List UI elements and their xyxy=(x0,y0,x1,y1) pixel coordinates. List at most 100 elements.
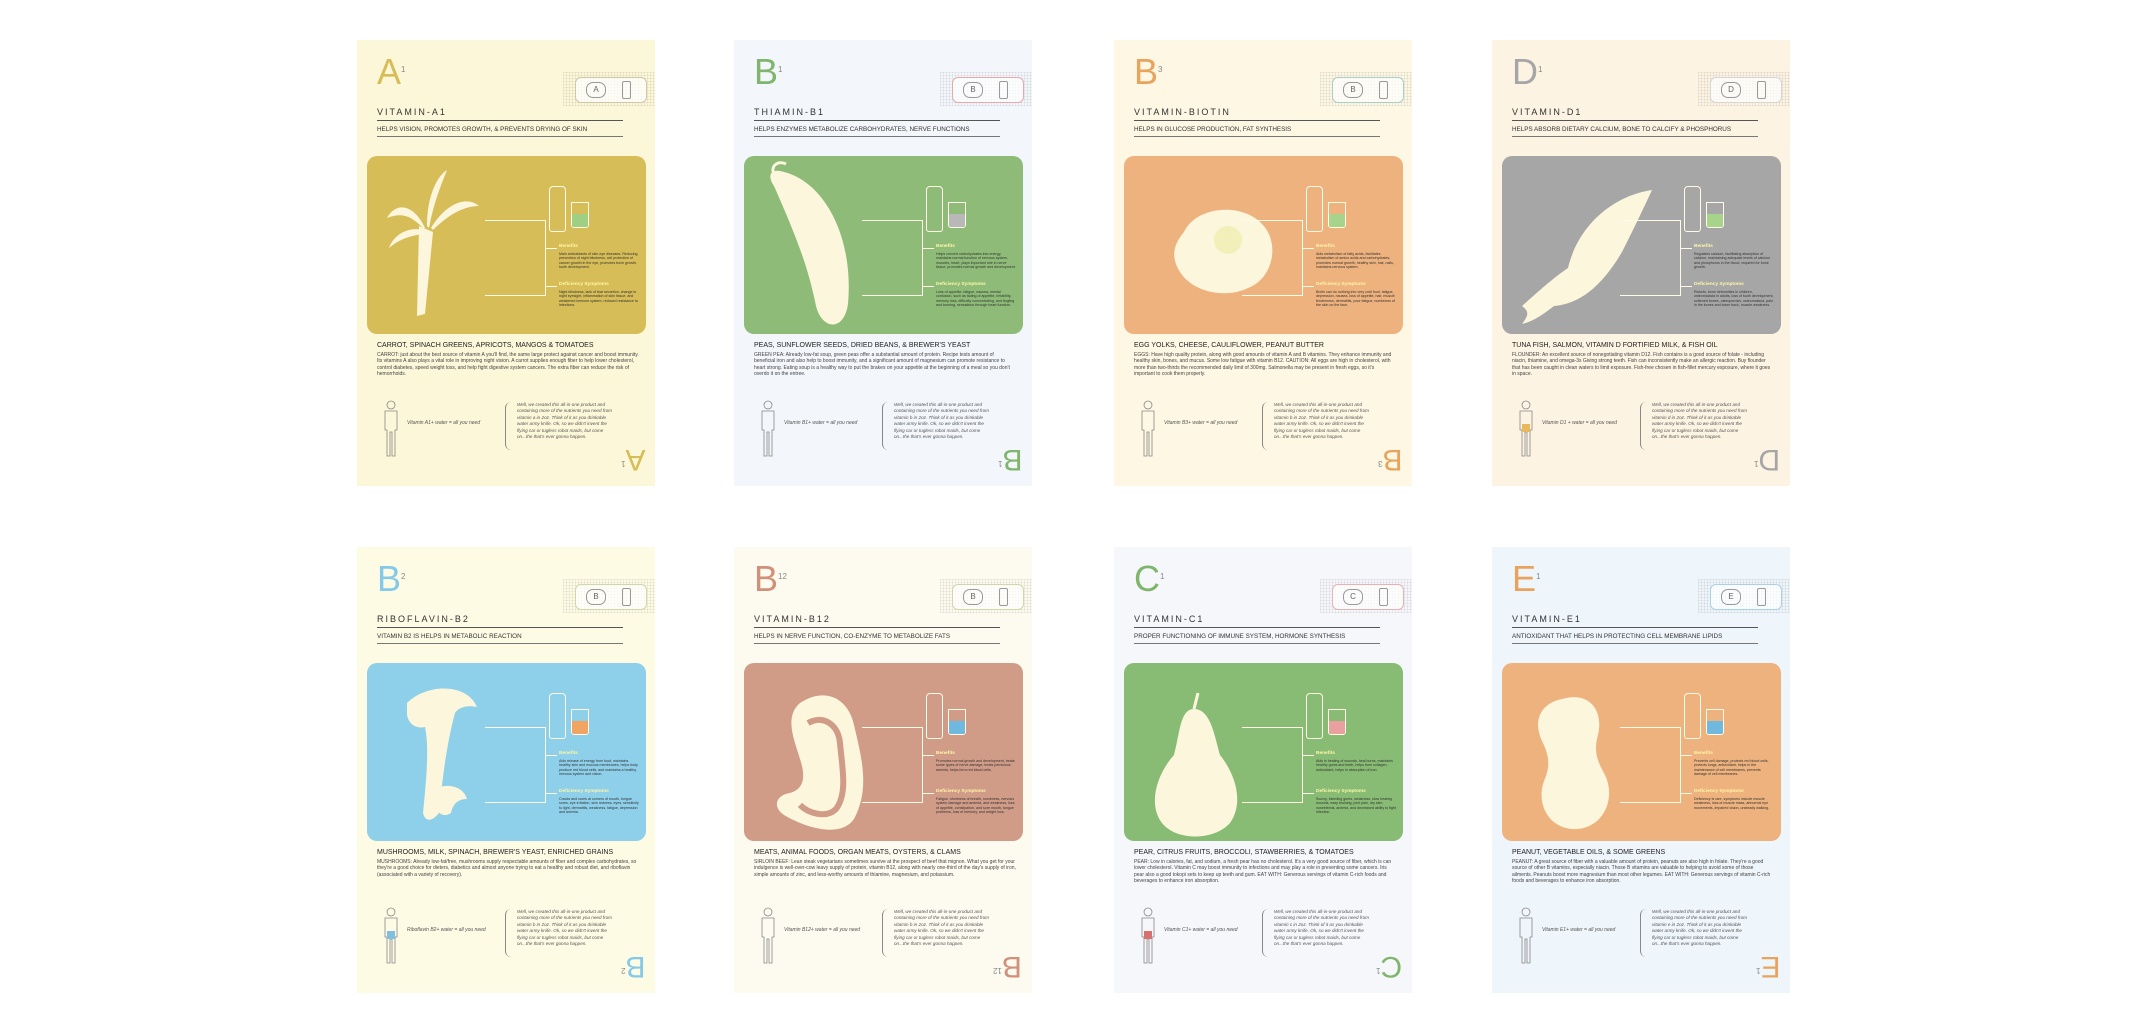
formula-text: Vitamin C1+ water = all you need xyxy=(1164,927,1238,933)
benefits-text: Regulates calcium, facilitating absorpti… xyxy=(1694,252,1770,270)
brace xyxy=(505,909,512,957)
benefits-label: Benefits xyxy=(1316,244,1335,249)
food-sources: CARROT, SPINACH GREENS, APRICOTS, MANGOS… xyxy=(377,342,594,349)
vitamin-card: E1 E VITAMIN-E1 ANTIOXIDANT THAT HELPS I… xyxy=(1492,547,1790,993)
benefits-label: Benefits xyxy=(1316,751,1335,756)
deficiency-text: Cracks and sores at corners of mouth, to… xyxy=(559,797,639,815)
glass-icon xyxy=(1328,709,1346,735)
vitamin-letter: B3 xyxy=(1134,51,1163,92)
human-figure-icon xyxy=(1141,400,1155,457)
vitamin-function: VITAMIN B2 IS HELPS IN METABOLIC REACTIO… xyxy=(377,633,522,640)
product-note: Well, we created this all-in-one product… xyxy=(1652,909,1747,947)
tag-letter-icon: B xyxy=(963,589,983,605)
benefits-text: Promotes normal growth and development, … xyxy=(936,759,1015,772)
food-sources: EGG YOLKS, CHEESE, CAULIFLOWER, PEANUT B… xyxy=(1134,342,1324,349)
product-tag: C xyxy=(1320,579,1412,613)
arrow xyxy=(1680,755,1692,756)
divider xyxy=(1134,643,1380,644)
food-description: PEAR: Low in calories, fat, and sodium, … xyxy=(1134,859,1392,885)
human-figure-icon xyxy=(1519,907,1533,964)
vitamin-card: A1 A VITAMIN-A1 HELPS VISION, PROMOTES G… xyxy=(357,40,655,486)
arrow xyxy=(922,248,934,249)
benefits-label: Benefits xyxy=(936,244,955,249)
divider xyxy=(1512,136,1758,137)
tag-bottle-icon xyxy=(999,588,1008,606)
deficiency-text: Loss of appetite, fatigue, nausea, menta… xyxy=(936,290,1015,308)
vitamin-name: VITAMIN-A1 xyxy=(377,107,447,117)
benefits-label: Benefits xyxy=(1694,244,1713,249)
vitamin-name: RIBOFLAVIN-B2 xyxy=(377,614,470,624)
formula-text: Riboflavin B2+ water = all you need xyxy=(407,927,486,933)
food-description: MUSHROOMS: Already low-fat/free, mushroo… xyxy=(377,859,637,878)
corner-letter: B3 xyxy=(1377,443,1402,476)
illustration-panel: Benefits Promotes normal growth and deve… xyxy=(744,663,1023,841)
formula-text: Vitamin A1+ water = all you need xyxy=(407,420,481,426)
tag-letter-icon: B xyxy=(1343,82,1363,98)
tag-letter-icon: B xyxy=(963,82,983,98)
deficiency-label: Deficiency Symptoms xyxy=(1694,282,1744,287)
tag-bottle-icon xyxy=(1379,588,1388,606)
arrow xyxy=(545,286,557,287)
deficiency-label: Deficiency Symptoms xyxy=(559,282,609,287)
corner-letter: E1 xyxy=(1755,950,1780,983)
brace xyxy=(1640,909,1647,957)
divider xyxy=(377,120,623,121)
illustration-panel: Benefits Regulates calcium, facilitating… xyxy=(1502,156,1781,334)
divider xyxy=(754,120,1000,121)
divider xyxy=(1512,627,1758,628)
deficiency-label: Deficiency Symptoms xyxy=(1694,789,1744,794)
vitamin-function: PROPER FUNCTIONING OF IMMUNE SYSTEM, HOR… xyxy=(1134,633,1346,640)
illustration-panel: Benefits Prevents cell damage, protects … xyxy=(1502,663,1781,841)
tag-letter-icon: E xyxy=(1721,589,1741,605)
vitamin-name: VITAMIN-E1 xyxy=(1512,614,1582,624)
product-tag: D xyxy=(1698,72,1790,106)
vitamin-name: VITAMIN-B12 xyxy=(754,614,831,624)
food-sources: PEAR, CITRUS FRUITS, BROCCOLI, STAWBERRI… xyxy=(1134,849,1354,856)
product-note: Well, we created this all-in-one product… xyxy=(1274,402,1369,440)
vitamin-card: B2 B RIBOFLAVIN-B2 VITAMIN B2 IS HELPS I… xyxy=(357,547,655,993)
formula-text: Vitamin D1 + water = all you need xyxy=(1542,420,1617,426)
corner-letter: A1 xyxy=(620,443,645,476)
glass-icon xyxy=(571,202,589,228)
food-sources: TUNA FISH, SALMON, VITAMIN D FORTIFIED M… xyxy=(1512,342,1718,349)
vitamin-card: D1 D VITAMIN-D1 HELPS ABSORB DIETARY CAL… xyxy=(1492,40,1790,486)
benefits-label: Benefits xyxy=(1694,751,1713,756)
deficiency-text: Fatigue, shortness of breath, numbness, … xyxy=(936,797,1015,815)
glass-icon xyxy=(1706,202,1724,228)
vitamin-card: B12 B VITAMIN-B12 HELPS IN NERVE FUNCTIO… xyxy=(734,547,1032,993)
glass-icon xyxy=(948,202,966,228)
connector-lines xyxy=(485,727,546,803)
deficiency-label: Deficiency Symptoms xyxy=(936,789,986,794)
formula-text: Vitamin E1+ water = all you need xyxy=(1542,927,1616,933)
deficiency-label: Deficiency Symptoms xyxy=(936,282,986,287)
vitamin-function: HELPS IN NERVE FUNCTION, CO-ENZYME TO ME… xyxy=(754,633,951,640)
benefits-text: Main antioxidants of skin eye diseases. … xyxy=(559,252,638,270)
arrow xyxy=(922,286,934,287)
vitamin-function: HELPS ENZYMES METABOLIZE CARBOHYDRATES, … xyxy=(754,126,970,133)
food-description: GREEN PEA: Already low-fat soup, green p… xyxy=(754,352,1010,378)
arrow xyxy=(545,755,557,756)
arrow xyxy=(1680,286,1692,287)
vitamin-letter: B1 xyxy=(754,51,783,92)
deficiency-label: Deficiency Symptoms xyxy=(1316,789,1366,794)
formula-text: Vitamin B12+ water = all you need xyxy=(784,927,861,933)
corner-letter: C1 xyxy=(1375,950,1402,983)
illustration-panel: Benefits Main antioxidants of skin eye d… xyxy=(367,156,646,334)
brace xyxy=(882,909,889,957)
bottle-icon xyxy=(1684,186,1701,232)
product-tag: B xyxy=(1320,72,1412,106)
benefits-text: Helps convert carbohydrates into energy,… xyxy=(936,252,1016,270)
formula-text: Vitamin B3+ water = all you need xyxy=(1164,420,1238,426)
product-tag: E xyxy=(1698,579,1790,613)
vitamin-name: VITAMIN-BIOTIN xyxy=(1134,107,1231,117)
vitamin-card: B1 B THIAMIN-B1 HELPS ENZYMES METABOLIZE… xyxy=(734,40,1032,486)
glass-icon xyxy=(948,709,966,735)
divider xyxy=(754,136,1000,137)
brace xyxy=(1262,402,1269,450)
deficiency-label: Deficiency Symptoms xyxy=(1316,282,1366,287)
arrow xyxy=(922,755,934,756)
vitamin-letter: D1 xyxy=(1512,51,1543,92)
illustration-panel: Benefits Aids metabolism of fatty acids,… xyxy=(1124,156,1403,334)
vitamin-name: THIAMIN-B1 xyxy=(754,107,826,117)
glass-icon xyxy=(1328,202,1346,228)
